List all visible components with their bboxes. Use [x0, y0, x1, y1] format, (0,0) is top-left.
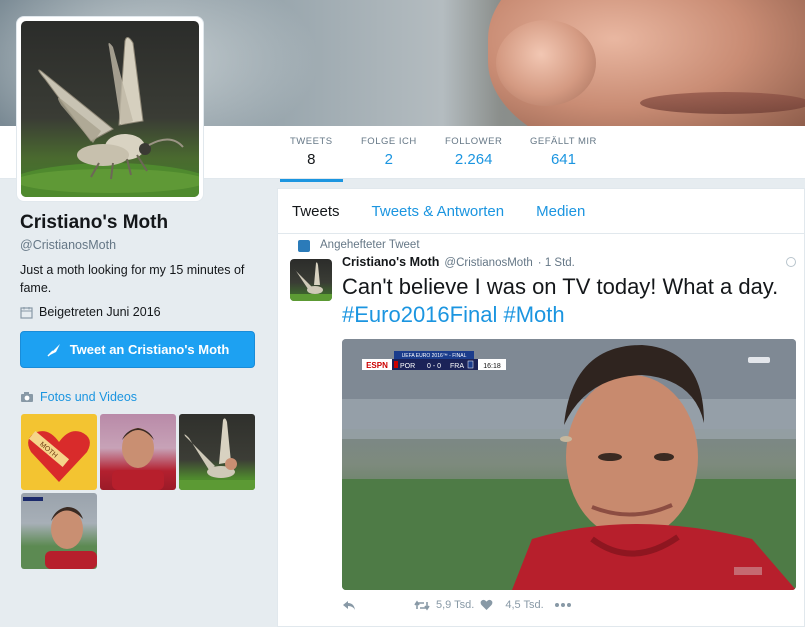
profile-name[interactable]: Cristiano's Moth: [20, 212, 260, 234]
retweet-count: 5,9 Tsd.: [436, 599, 475, 611]
scorebug-clock: 16:18: [483, 363, 501, 370]
tab-media[interactable]: Medien: [536, 203, 585, 220]
stat-likes[interactable]: GEFÄLLT MIR 641: [530, 136, 597, 168]
tweet-to-label: Tweet an Cristiano's Moth: [69, 342, 230, 357]
tweet-header: Cristiano's Moth @CristianosMoth · 1 Std…: [342, 255, 575, 269]
stat-value: 2.264: [454, 151, 493, 168]
tab-tweets[interactable]: Tweets: [292, 203, 340, 220]
reply-icon: [343, 600, 355, 610]
scorebug-team1: POR: [400, 363, 415, 370]
profile-avatar[interactable]: [16, 16, 204, 202]
stat-label: FOLLOWER: [445, 136, 503, 147]
profile-join-date: Beigetreten Juni 2016: [20, 305, 260, 319]
tweet-to-button[interactable]: Tweet an Cristiano's Moth: [20, 331, 255, 368]
stat-label: FOLGE ICH: [361, 136, 417, 147]
timeline-tabs: Tweets Tweets & Antworten Medien: [278, 189, 804, 234]
moth-image: [21, 37, 199, 197]
stat-value: 2: [384, 151, 394, 168]
heart-icon: [480, 599, 493, 610]
hashtag-link[interactable]: #Euro2016Final: [342, 302, 497, 327]
retweet-button[interactable]: 5,9 Tsd.: [414, 599, 474, 611]
scorebug-network: ESPN: [366, 361, 388, 370]
photos-videos-link[interactable]: Fotos und Videos: [20, 390, 137, 404]
stat-tweets[interactable]: TWEETS 8: [280, 136, 343, 182]
pinned-indicator: Angehefteter Tweet: [298, 239, 420, 252]
pin-icon: [298, 240, 310, 252]
timeline-panel: Tweets Tweets & Antworten Medien Angehef…: [277, 188, 805, 627]
scorebug-team2: FRA: [450, 363, 464, 370]
like-count-wrapper[interactable]: 4,5 Tsd.: [505, 599, 543, 611]
tab-tweets-replies[interactable]: Tweets & Antworten: [372, 203, 505, 220]
tweet-timestamp[interactable]: · 1 Std.: [538, 257, 575, 269]
join-date-text: Beigetreten Juni 2016: [39, 305, 161, 319]
media-thumbnail[interactable]: [179, 414, 255, 490]
stat-value: 641: [550, 151, 576, 168]
hashtag-link[interactable]: #Moth: [503, 302, 564, 327]
stat-value: 8: [307, 151, 316, 168]
stat-followers[interactable]: FOLLOWER 2.264: [445, 136, 502, 168]
pinned-label: Angehefteter Tweet: [320, 239, 420, 251]
stat-following[interactable]: FOLGE ICH 2: [361, 136, 417, 168]
media-thumbnail[interactable]: [21, 493, 97, 569]
more-button[interactable]: [554, 602, 572, 608]
tweet-author-handle[interactable]: @CristianosMoth: [444, 257, 532, 269]
quill-icon: [47, 343, 60, 357]
calendar-icon: [20, 306, 33, 319]
media-thumbnail[interactable]: [100, 414, 176, 490]
camera-icon: [21, 392, 33, 402]
tweet-author-name[interactable]: Cristiano's Moth: [342, 255, 439, 269]
scorebug-event: UEFA EURO 2016™ - FINAL: [402, 353, 467, 359]
caret-icon[interactable]: [786, 257, 796, 267]
stat-label: TWEETS: [290, 136, 333, 147]
tweet-actions: 5,9 Tsd. 4,5 Tsd.: [342, 599, 572, 611]
tweet-media-image[interactable]: UEFA EURO 2016™ - FINAL ESPN POR 0 - 0 F…: [342, 339, 796, 590]
profile-handle[interactable]: @CristianosMoth: [20, 238, 260, 252]
match-photo: UEFA EURO 2016™ - FINAL ESPN POR 0 - 0 F…: [342, 339, 796, 590]
profile-card: Cristiano's Moth @CristianosMoth Just a …: [20, 212, 260, 319]
more-icon: [554, 603, 571, 607]
tweet-author-avatar[interactable]: [290, 259, 332, 301]
tweet-text: Can't believe I was on TV today! What a …: [342, 273, 792, 329]
like-button[interactable]: [480, 599, 493, 611]
photos-videos-label: Fotos und Videos: [40, 390, 138, 404]
retweet-icon: [414, 600, 430, 610]
stat-label: GEFÄLLT MIR: [530, 136, 597, 147]
media-thumbnail[interactable]: MOTH: [21, 414, 97, 490]
tweet-text-body: Can't believe I was on TV today! What a …: [342, 274, 779, 299]
profile-bio: Just a moth looking for my 15 minutes of…: [20, 263, 245, 295]
reply-button[interactable]: [342, 600, 356, 611]
like-count: 4,5 Tsd.: [505, 599, 544, 611]
scorebug-score: 0 - 0: [427, 363, 441, 370]
